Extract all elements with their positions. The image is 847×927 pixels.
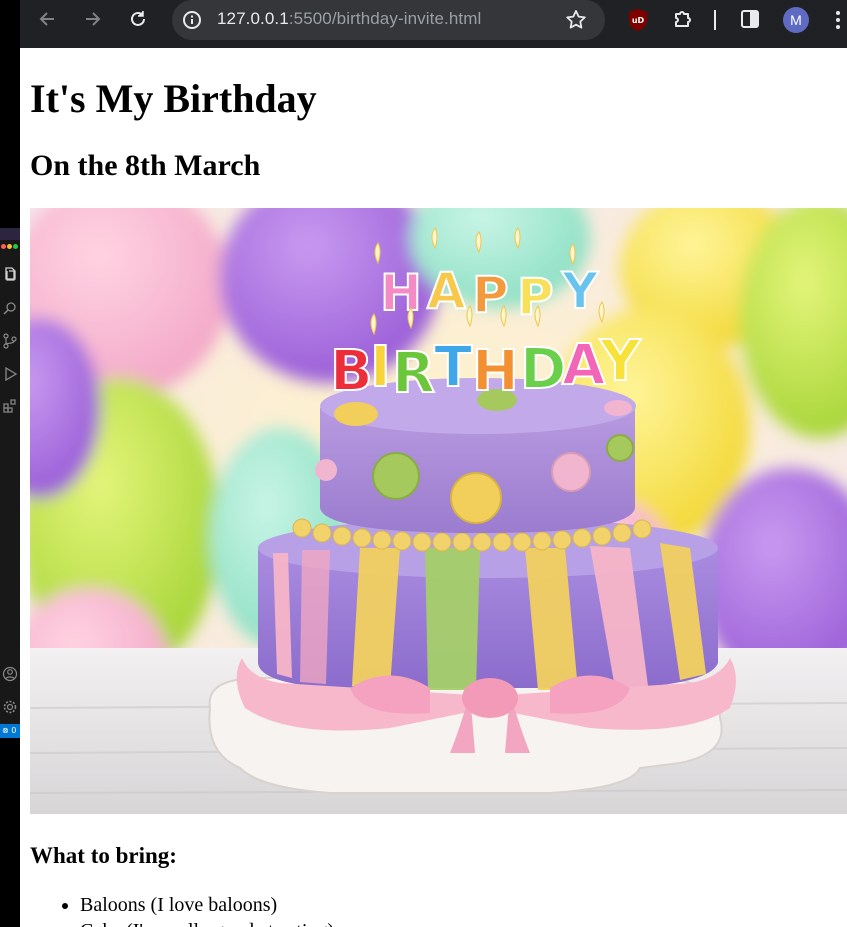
window-controls bbox=[0, 244, 20, 252]
page-title: It's My Birthday bbox=[30, 76, 317, 121]
arrow-right-icon[interactable] bbox=[79, 6, 105, 32]
svg-text:T: T bbox=[434, 335, 472, 400]
side-panel-icon[interactable] bbox=[739, 8, 761, 30]
url-text[interactable]: 127.0.0.1:5500/birthday-invite.html bbox=[217, 9, 481, 29]
browser-toolbar: 127.0.0.1:5500/birthday-invite.html uD M bbox=[20, 0, 847, 48]
url-host: 127.0.0.1 bbox=[217, 9, 289, 28]
svg-text:H: H bbox=[472, 339, 519, 404]
explorer-icon[interactable] bbox=[2, 266, 18, 282]
star-icon[interactable] bbox=[564, 8, 588, 32]
svg-text:Y: Y bbox=[599, 329, 642, 394]
reload-icon[interactable] bbox=[125, 6, 151, 32]
list-item: Cake (I'm really good at eating) bbox=[80, 918, 334, 927]
info-icon[interactable] bbox=[182, 10, 202, 30]
bring-list: Baloons (I love baloons) Cake (I'm reall… bbox=[30, 892, 334, 927]
vscode-status-bar-errors[interactable]: ⊗ 0 bbox=[0, 724, 20, 738]
arrow-left-icon[interactable] bbox=[35, 6, 61, 32]
toolbar-divider bbox=[714, 10, 716, 30]
svg-text:I: I bbox=[370, 335, 391, 400]
account-icon[interactable] bbox=[2, 666, 18, 682]
svg-text:D: D bbox=[520, 337, 566, 402]
kebab-menu-icon[interactable] bbox=[830, 8, 846, 32]
svg-text:uD: uD bbox=[632, 16, 645, 25]
puzzle-icon[interactable] bbox=[671, 7, 695, 31]
what-to-bring-heading: What to bring: bbox=[30, 843, 177, 868]
svg-text:H: H bbox=[380, 264, 422, 322]
url-path: :5500/birthday-invite.html bbox=[288, 9, 482, 28]
source-control-icon[interactable] bbox=[2, 333, 18, 349]
svg-text:B: B bbox=[330, 339, 373, 404]
list-item: Baloons (I love baloons) bbox=[80, 892, 334, 918]
event-date: On the 8th March bbox=[30, 149, 261, 182]
vscode-title-bar bbox=[0, 228, 20, 240]
settings-gear-icon[interactable] bbox=[2, 699, 18, 715]
address-bar[interactable]: 127.0.0.1:5500/birthday-invite.html bbox=[172, 0, 605, 40]
page-viewport: It's My Birthday On the 8th March H A P … bbox=[20, 48, 847, 927]
ublock-origin-icon[interactable]: uD bbox=[627, 8, 649, 32]
svg-text:Y: Y bbox=[561, 262, 599, 320]
svg-text:R: R bbox=[392, 341, 435, 406]
extensions-icon[interactable] bbox=[2, 398, 18, 414]
run-debug-icon[interactable] bbox=[2, 366, 18, 382]
vscode-activity-bar bbox=[0, 228, 20, 738]
svg-text:A: A bbox=[427, 262, 466, 320]
background-window-strip: ⊗ 0 bbox=[0, 0, 20, 927]
profile-avatar[interactable]: M bbox=[783, 7, 809, 33]
birthday-cake-image: H A P P Y B I R T H D A Y bbox=[30, 208, 847, 814]
search-icon[interactable] bbox=[2, 300, 18, 316]
